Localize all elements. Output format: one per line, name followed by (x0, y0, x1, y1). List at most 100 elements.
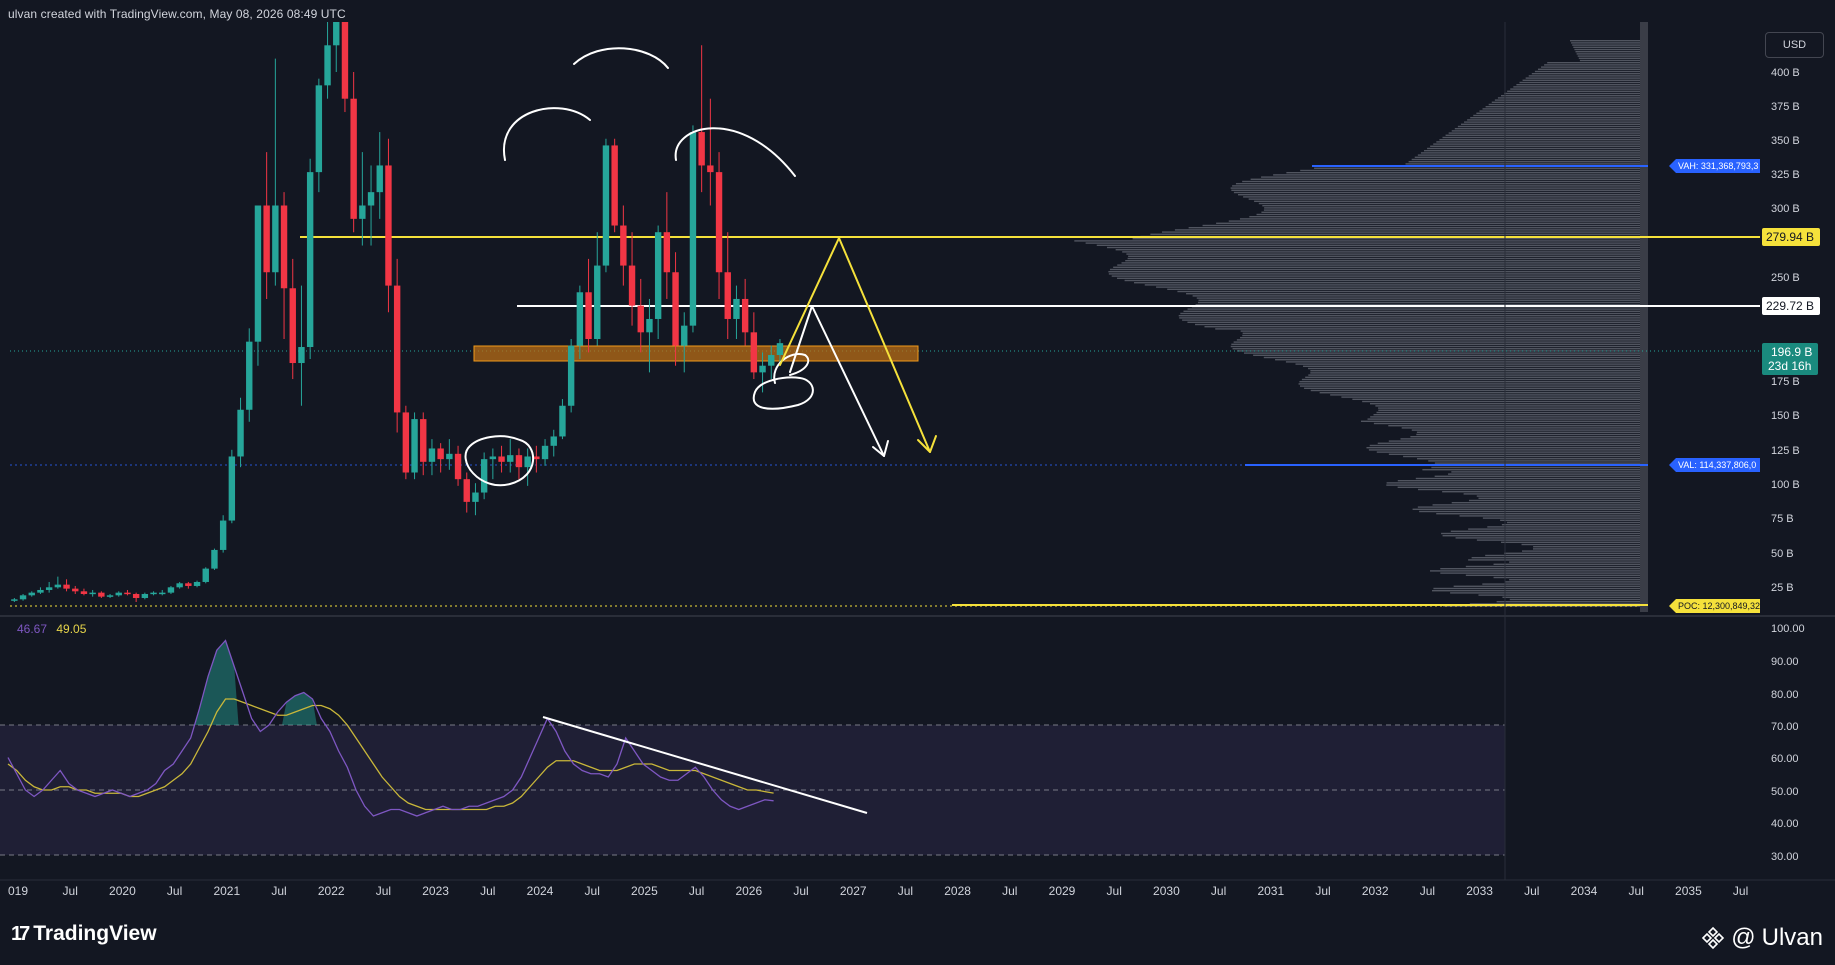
candle-body (219, 520, 227, 550)
candle-body (315, 85, 323, 173)
volume-profile-bar (1408, 161, 1640, 163)
volume-profile-bar (1451, 502, 1640, 504)
volume-profile-bar (1448, 132, 1640, 134)
time-axis-label: Jul (271, 884, 286, 898)
volume-profile-bar (1375, 405, 1640, 407)
candle-body (715, 172, 723, 273)
volume-profile-bar (1427, 147, 1640, 150)
volume-profile-bar (1180, 312, 1640, 315)
volume-profile-bar (1400, 438, 1640, 440)
currency-button[interactable]: USD (1765, 32, 1824, 58)
volume-profile-bar (1235, 183, 1640, 185)
volume-profile-bar (1442, 491, 1640, 493)
volume-profile-bar (1248, 198, 1640, 200)
volume-profile-bar (1388, 440, 1640, 442)
rsi-overbought-fill-2 (282, 692, 317, 725)
candle-body (628, 265, 636, 306)
volume-profile-bar (1125, 260, 1640, 262)
time-axis-label: Jul (689, 884, 704, 898)
volume-profile-bar (1493, 563, 1640, 565)
volume-profile-bar (1576, 53, 1640, 55)
volume-profile-bar (1470, 117, 1640, 119)
candle-body (402, 412, 410, 473)
volume-profile-bar (1236, 339, 1640, 341)
volume-profile-bar (1167, 288, 1640, 290)
volume-profile-bar (1424, 150, 1640, 152)
candle-body (341, 22, 349, 99)
volume-profile-bar (1502, 596, 1640, 598)
candle-body (324, 45, 331, 86)
volume-profile-bar (1411, 429, 1640, 431)
volume-profile-bar (1434, 462, 1640, 464)
candle-body (98, 592, 105, 597)
volume-profile-bar (1482, 583, 1640, 585)
volume-profile-bar (1232, 348, 1640, 350)
volume-profile-bar (1574, 48, 1640, 51)
rsi-axis-label: 80.00 (1771, 689, 1799, 701)
volume-profile-bar (1111, 275, 1640, 277)
volume-profile-bar (1579, 59, 1640, 62)
candle-body (541, 445, 549, 460)
tradingview-logo[interactable]: 17 TradingView (11, 922, 157, 946)
candle-body (246, 341, 253, 410)
last-price-tag: 196.9 B23d 16h (1762, 343, 1818, 375)
volume-profile-bar (1300, 169, 1640, 172)
volume-profile-bar (1445, 134, 1640, 136)
volume-profile-bar (1506, 521, 1640, 524)
rsi-axis-label: 100.00 (1771, 623, 1805, 635)
volume-profile-bar (1417, 506, 1640, 508)
volume-profile-bar (1215, 328, 1640, 330)
candle-body (333, 22, 340, 46)
volume-profile-bar (1117, 277, 1640, 279)
candle-body (280, 205, 288, 289)
candle-body (489, 456, 497, 460)
volume-profile-bar (1376, 451, 1640, 453)
time-axis-label: 2027 (840, 884, 867, 898)
candles[interactable] (11, 22, 784, 602)
volume-profile-bar (1432, 504, 1640, 506)
volume-profile-bar (1504, 552, 1640, 554)
volume-profile-bar (1126, 253, 1640, 255)
time-axis-label: 019 (8, 884, 28, 898)
volume-profile-bar (1178, 315, 1640, 317)
volume-profile-bar (1509, 579, 1640, 581)
time-axis-label: 2024 (527, 884, 554, 898)
volume-profile-bar (1570, 40, 1640, 42)
volume-profile-bar (1509, 598, 1640, 601)
volume-profile-bar (1405, 163, 1640, 165)
rsi-axis-label: 70.00 (1771, 721, 1799, 733)
drawings[interactable] (464, 47, 937, 487)
candle-body (420, 419, 427, 462)
volume-profile-bar (1416, 431, 1640, 433)
volume-profile-bar (1156, 286, 1640, 288)
volume-profile-bar (1106, 246, 1640, 249)
candle-body (437, 448, 444, 460)
candle-body (54, 584, 62, 588)
author-name: Ulvan (1761, 924, 1823, 951)
time-axis-label: 2034 (1571, 884, 1598, 898)
volume-profile-bar (1144, 284, 1640, 286)
volume-profile-bar (1085, 242, 1640, 244)
volume-profile-bar (1411, 158, 1640, 161)
rsi-axis-label: 90.00 (1771, 656, 1799, 668)
price-axis-label: 375 B (1771, 101, 1800, 113)
candle-body (594, 265, 601, 339)
volume-profile-bar (1195, 323, 1640, 326)
volume-profile-bar (1478, 594, 1640, 596)
volume-profile-bar (1476, 112, 1640, 114)
volume-profile-bar (1121, 262, 1640, 264)
binance-icon (1702, 926, 1725, 950)
volume-profile-bar (1301, 378, 1640, 381)
volume-profile-bar (1150, 233, 1640, 235)
candle-body (176, 583, 183, 588)
volume-profile-bar (1263, 356, 1640, 359)
volume-profile-bar (1109, 268, 1640, 271)
volume-profile-bar (1430, 145, 1640, 147)
author-at: @ (1731, 924, 1756, 951)
price-axis-label: 75 B (1771, 513, 1794, 525)
candle-body (89, 592, 96, 595)
candle-body (768, 355, 775, 366)
time-axis-label: Jul (63, 884, 78, 898)
volume-profile-bar (1467, 119, 1640, 121)
volume-profile-bar (1476, 495, 1640, 497)
